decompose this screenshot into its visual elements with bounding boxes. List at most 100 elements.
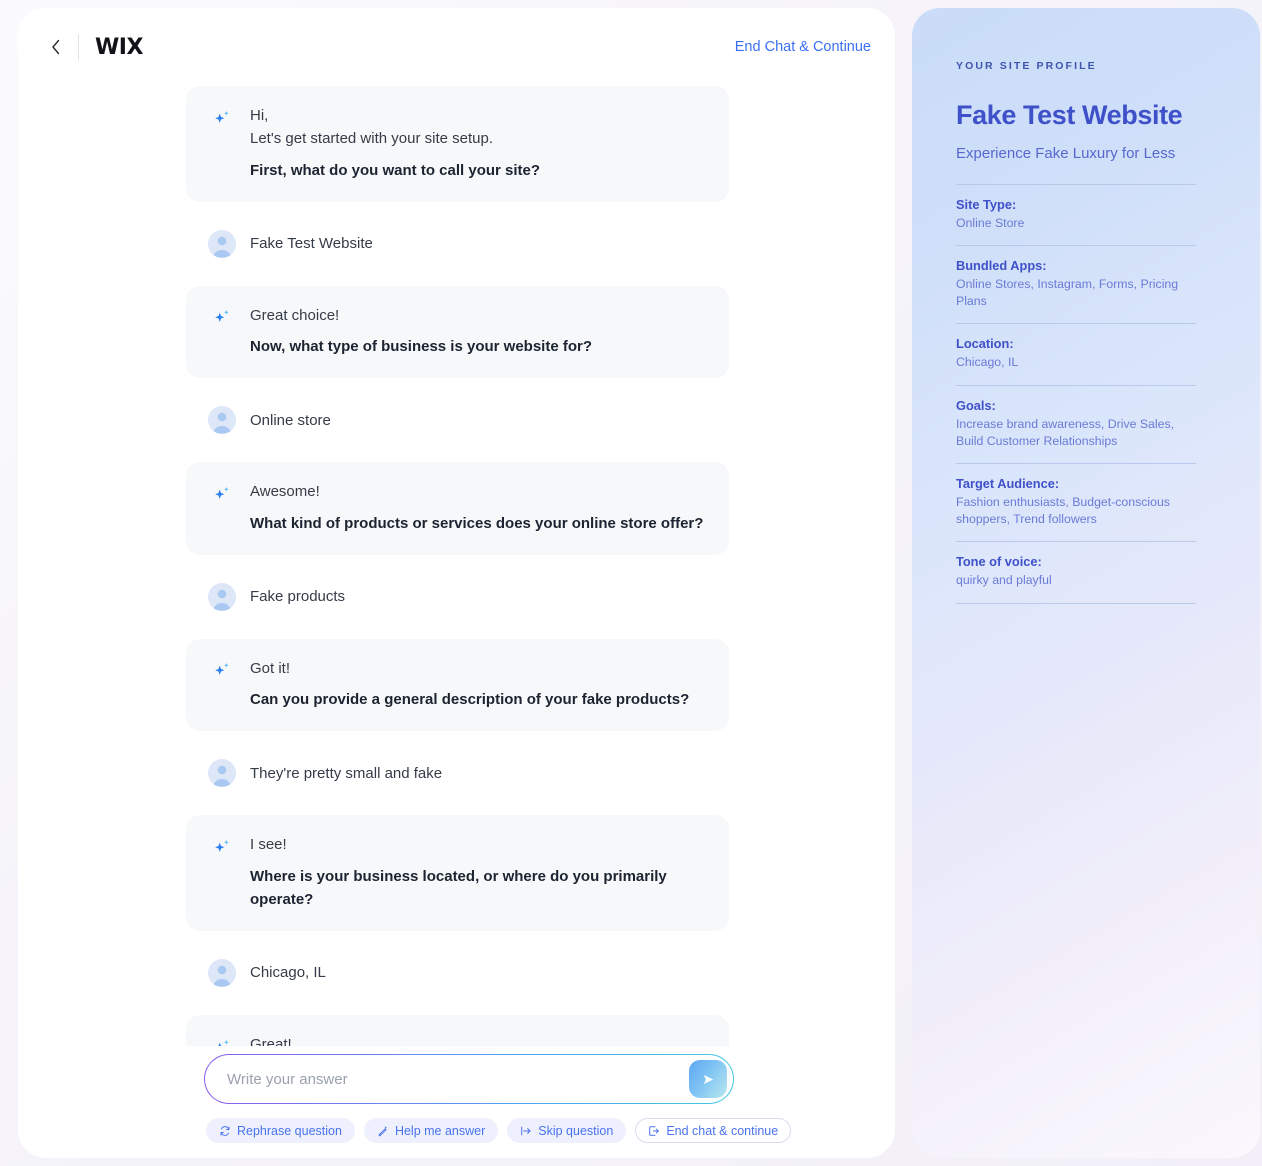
profile-field-value: Online Stores, Instagram, Forms, Pricing… <box>956 277 1179 308</box>
user-avatar-icon <box>208 959 236 987</box>
profile-field: Location: Chicago, IL <box>956 323 1196 371</box>
user-avatar-icon <box>208 582 236 611</box>
user-avatar-icon <box>208 406 236 435</box>
message-line: Great choice! <box>250 306 340 324</box>
back-button[interactable] <box>44 35 68 59</box>
bot-message-bubble: Hi, Let's get started with your site setu… <box>186 86 729 202</box>
bot-icon-slot <box>208 657 236 685</box>
profile-field-value: Online Store <box>956 215 1025 230</box>
bot-message: Awesome! What kind of products or service… <box>18 462 895 555</box>
profile-field-label: Bundled Apps: <box>956 258 1047 274</box>
user-message: Chicago, IL <box>18 945 895 1001</box>
message-line: Fake Test Website <box>250 235 373 253</box>
message-line: Chicago, IL <box>250 964 326 982</box>
profile-field-value: Chicago, IL <box>956 355 1019 370</box>
bot-message: Great!Is there any additional informatio… <box>18 1015 895 1046</box>
bot-message: Hi, Let's get started with your site setu… <box>18 86 895 202</box>
message-question: What kind of products or services does y… <box>250 514 704 532</box>
profile-field: Tone of voice: quirky and playful <box>956 541 1196 589</box>
message-line: Got it! <box>250 659 291 677</box>
bot-message: Great choice! Now, what type of business … <box>18 285 895 379</box>
message-question: Where is your business located, or where… <box>250 867 667 908</box>
send-arrow-icon <box>703 1074 713 1084</box>
chip-rephrase-question[interactable]: Rephrase question <box>206 1118 355 1143</box>
user-message: They're pretty small and fake <box>18 745 895 801</box>
message-gap <box>18 931 895 945</box>
bot-icon-slot <box>208 1033 236 1046</box>
header-divider <box>78 34 79 60</box>
profile-bottom-divider <box>956 602 1196 604</box>
sparkle-icon <box>215 839 229 852</box>
message-line: Let's get started with your site setup. <box>250 130 493 148</box>
user-message-bubble: Fake products <box>186 569 729 625</box>
chevron-left-icon <box>52 39 60 55</box>
user-avatar-slot <box>208 959 236 987</box>
message-text: I see! Where is your business located, or… <box>250 833 707 911</box>
message-gap <box>18 272 895 286</box>
message-text: Fake products <box>250 585 707 608</box>
message-line: Hi, <box>250 107 269 124</box>
message-gap <box>18 801 895 815</box>
bot-icon-slot <box>208 104 236 132</box>
profile-site-tagline: Experience Fake Luxury for Less <box>956 145 1176 163</box>
send-button[interactable] <box>689 1060 727 1098</box>
user-avatar-icon <box>208 229 236 258</box>
message-line: Fake products <box>250 588 346 606</box>
profile-field-value: Increase brand awareness, Drive Sales, B… <box>956 416 1175 448</box>
message-text: Fake Test Website <box>250 232 707 255</box>
chip-end-chat-continue[interactable]: End chat & continue <box>635 1118 792 1143</box>
user-message: Fake Test Website <box>18 216 895 272</box>
user-avatar-slot <box>208 582 236 611</box>
profile-field: Target Audience: Fashion enthusiasts, Bud… <box>956 463 1196 527</box>
chat-panel: WIX End Chat & Continue Hi, Let's get sta… <box>18 8 895 1158</box>
message-list: Hi, Let's get started with your site setu… <box>18 86 895 1046</box>
bot-icon-slot <box>208 480 236 508</box>
profile-field-label: Target Audience: <box>956 476 1060 492</box>
chat-header: WIX End Chat & Continue <box>18 8 895 86</box>
bot-message-bubble: Got it! Can you provide a general descrip… <box>186 638 729 732</box>
site-profile-panel: YOUR SITE PROFILE Fake Test Website Expe… <box>912 8 1260 1158</box>
message-line: Great! <box>250 1036 292 1046</box>
chip-skip-question[interactable]: Skip question <box>507 1118 627 1143</box>
user-message: Fake products <box>18 569 895 625</box>
exit-icon <box>649 1125 660 1136</box>
message-gap <box>18 378 895 392</box>
user-avatar-slot <box>208 759 236 788</box>
message-text: Online store <box>250 409 707 432</box>
profile-field-value: Fashion enthusiasts, Budget-conscious sh… <box>956 495 1170 526</box>
message-gap <box>18 625 895 639</box>
user-avatar-slot <box>208 406 236 435</box>
profile-field: Goals: Increase brand awareness, Drive Sa… <box>956 384 1196 449</box>
chip-label: End chat & continue <box>666 1123 779 1138</box>
message-gap <box>18 202 895 216</box>
chip-label: Help me answer <box>394 1123 486 1138</box>
user-avatar-slot <box>208 229 236 258</box>
refresh-icon <box>220 1125 230 1136</box>
profile-field-label: Tone of voice: <box>956 554 1042 570</box>
user-message-bubble: Fake Test Website <box>186 216 729 272</box>
answer-input[interactable] <box>227 1055 689 1103</box>
user-avatar-icon <box>208 759 236 788</box>
message-gap <box>18 448 895 462</box>
profile-field-label: Goals: <box>956 397 996 413</box>
bot-icon-slot <box>208 833 236 861</box>
bot-message-bubble: Great!Is there any additional informatio… <box>186 1015 729 1046</box>
message-question: Can you provide a general description of… <box>250 691 690 708</box>
sparkle-icon <box>215 663 229 676</box>
chip-help-me-answer[interactable]: Help me answer <box>363 1118 499 1143</box>
message-text: Great!Is there any additional informatio… <box>250 1033 707 1046</box>
message-text: Great choice! Now, what type of business … <box>250 304 707 359</box>
message-line: They're pretty small and fake <box>250 764 443 782</box>
end-chat-and-continue-link[interactable]: End Chat & Continue <box>735 39 871 55</box>
profile-field: Bundled Apps: Online Stores, Instagram, F… <box>956 245 1196 309</box>
profile-field-value: quirky and playful <box>956 573 1052 588</box>
message-gap <box>18 731 895 745</box>
message-text: Got it! Can you provide a general descrip… <box>250 657 707 712</box>
sparkle-icon <box>215 310 229 323</box>
message-gap <box>18 555 895 569</box>
profile-field-label: Location: <box>956 336 1014 352</box>
message-text: Awesome! What kind of products or service… <box>250 480 707 535</box>
message-line: Online store <box>250 411 331 429</box>
bot-message-bubble: I see! Where is your business located, or… <box>186 815 729 931</box>
user-message-bubble: Online store <box>186 392 729 448</box>
